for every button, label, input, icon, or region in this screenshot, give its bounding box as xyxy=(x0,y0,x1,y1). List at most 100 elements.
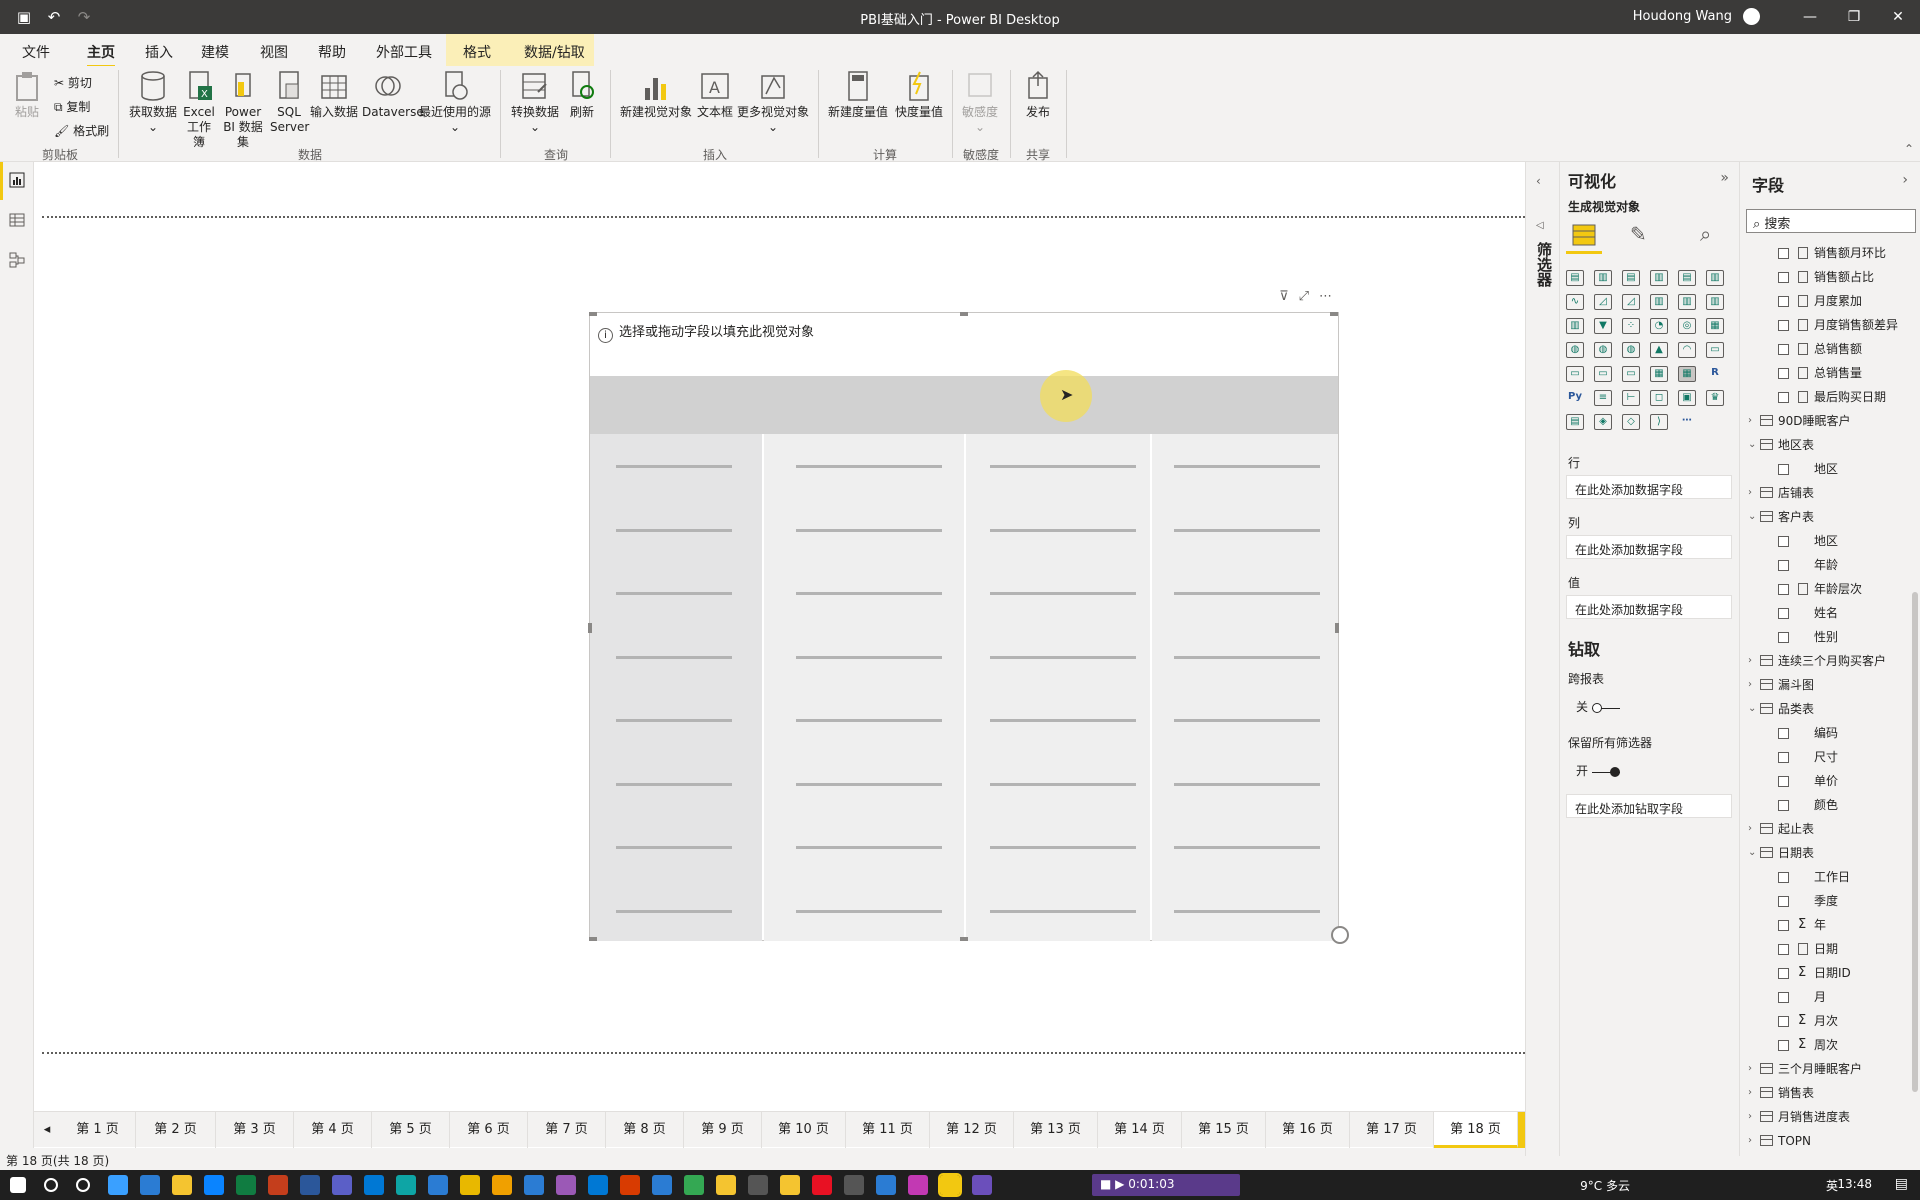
page-tab[interactable]: 第 12 页 xyxy=(930,1112,1014,1148)
app-icon[interactable] xyxy=(716,1175,736,1195)
100-bar-visual-icon[interactable]: ▤ xyxy=(1678,270,1696,286)
trophy-visual-icon[interactable]: ♛ xyxy=(1706,390,1724,406)
recording-indicator[interactable]: ■ ▶ 0:01:03 xyxy=(1092,1174,1240,1196)
sensitivity-button[interactable]: 敏感度 ⌄ xyxy=(958,70,1002,135)
ie-icon[interactable] xyxy=(140,1175,160,1195)
matrix-visual[interactable]: ⊽⤢⋯ i 选择或拖动字段以填充此视觉对象 xyxy=(588,289,1349,944)
tab-modeling[interactable]: 建模 xyxy=(201,42,229,62)
tab-data-drill[interactable]: 数据/钻取 xyxy=(524,42,585,62)
publish-button[interactable]: 发布 xyxy=(1020,70,1056,120)
field-item[interactable]: 月 xyxy=(1740,985,1916,1009)
powerbi-icon[interactable] xyxy=(938,1173,962,1197)
drill-through-well[interactable]: 在此处添加钻取字段 xyxy=(1566,794,1732,818)
explorer-icon[interactable] xyxy=(172,1175,192,1195)
field-table[interactable]: › 连续三个月购买客户 xyxy=(1740,649,1916,673)
field-item[interactable]: 地区 xyxy=(1740,529,1916,553)
page-tab[interactable]: 第 2 页 xyxy=(136,1112,216,1148)
field-item[interactable]: Σ 周次 xyxy=(1740,1033,1916,1057)
field-checkbox[interactable] xyxy=(1778,896,1789,907)
line-clustered-visual-icon[interactable]: ▥ xyxy=(1678,294,1696,310)
field-item[interactable]: 最后购买日期 xyxy=(1740,385,1916,409)
kpi-visual-icon[interactable]: ▭ xyxy=(1594,366,1612,382)
store-icon[interactable] xyxy=(204,1175,224,1195)
values-well[interactable]: 在此处添加数据字段 xyxy=(1566,595,1732,619)
edge-icon[interactable] xyxy=(108,1175,128,1195)
field-checkbox[interactable] xyxy=(1778,1040,1789,1051)
field-item[interactable]: 年龄 xyxy=(1740,553,1916,577)
field-item[interactable]: 日期 xyxy=(1740,937,1916,961)
page-tab[interactable]: 第 11 页 xyxy=(846,1112,930,1148)
recent-sources-button[interactable]: 最近使用的源 ⌄ xyxy=(418,70,492,135)
build-visual-tab[interactable] xyxy=(1566,218,1602,254)
page-tab[interactable]: 第 7 页 xyxy=(528,1112,606,1148)
field-item[interactable]: Σ年 xyxy=(1740,913,1916,937)
field-checkbox[interactable] xyxy=(1778,560,1789,571)
more-visual-icon[interactable]: ⋯ xyxy=(1678,414,1696,430)
scroll-left-icon[interactable]: ◂ xyxy=(34,1112,60,1148)
arcgis-visual-icon[interactable]: ⟩ xyxy=(1650,414,1668,430)
field-item[interactable]: 姓名 xyxy=(1740,601,1916,625)
cross-report-toggle[interactable]: 关 xyxy=(1576,698,1620,715)
collapse-fields-icon[interactable]: › xyxy=(1902,172,1908,188)
search-icon[interactable] xyxy=(44,1178,58,1192)
app-icon[interactable] xyxy=(972,1175,992,1195)
waterfall-visual-icon[interactable]: ▥ xyxy=(1566,318,1584,334)
field-checkbox[interactable] xyxy=(1778,608,1789,619)
field-table[interactable]: ⌄ 地区表 xyxy=(1740,433,1916,457)
cut-button[interactable]: ✂ 剪切 xyxy=(54,74,92,91)
field-item[interactable]: 销售额月环比 xyxy=(1740,241,1916,265)
data-view-icon[interactable] xyxy=(9,212,25,228)
task-view-icon[interactable] xyxy=(76,1178,90,1192)
field-checkbox[interactable] xyxy=(1778,920,1789,931)
app-icon[interactable] xyxy=(844,1175,864,1195)
app-icon[interactable] xyxy=(556,1175,576,1195)
page-tab[interactable]: 第 15 页 xyxy=(1182,1112,1266,1148)
qa-visual-icon[interactable]: ◻ xyxy=(1650,390,1668,406)
field-item[interactable]: 月度销售额差异 xyxy=(1740,313,1916,337)
resize-handle[interactable] xyxy=(960,312,968,316)
tab-help[interactable]: 帮助 xyxy=(318,42,346,62)
chevron-right-icon[interactable]: › xyxy=(1748,649,1752,673)
clustered-column-visual-icon[interactable]: ▥ xyxy=(1650,270,1668,286)
field-checkbox[interactable] xyxy=(1778,464,1789,475)
field-item[interactable]: 总销售额 xyxy=(1740,337,1916,361)
field-checkbox[interactable] xyxy=(1778,776,1789,787)
field-table[interactable]: ⌄ 日期表 xyxy=(1740,841,1916,865)
app-icon[interactable] xyxy=(876,1175,896,1195)
field-table[interactable]: ⌄ 客户表 xyxy=(1740,505,1916,529)
fields-search[interactable]: ⌕ 搜索 xyxy=(1746,209,1916,233)
slicer-visual-icon[interactable]: ▭ xyxy=(1622,366,1640,382)
field-item[interactable]: 工作日 xyxy=(1740,865,1916,889)
gauge-visual-icon[interactable]: ◠ xyxy=(1678,342,1696,358)
field-table[interactable]: › 销售表 xyxy=(1740,1081,1916,1105)
input-language[interactable]: 英 xyxy=(1826,1177,1838,1194)
page-tab[interactable]: 第 5 页 xyxy=(372,1112,450,1148)
terminal-icon[interactable] xyxy=(748,1175,768,1195)
resize-handle[interactable] xyxy=(1335,623,1339,633)
quick-measure-button[interactable]: 快度量值 xyxy=(892,70,946,120)
field-checkbox[interactable] xyxy=(1778,872,1789,883)
new-visual-button[interactable]: 新建视觉对象 xyxy=(618,70,694,120)
chevron-down-icon[interactable]: ⌄ xyxy=(1748,841,1756,865)
multi-card-visual-icon[interactable]: ▭ xyxy=(1566,366,1584,382)
table-visual-icon[interactable]: ▦ xyxy=(1650,366,1668,382)
field-checkbox[interactable] xyxy=(1778,800,1789,811)
more-visuals-button[interactable]: 更多视觉对象 ⌄ xyxy=(736,70,810,135)
clustered-bar-visual-icon[interactable]: ▤ xyxy=(1622,270,1640,286)
field-checkbox[interactable] xyxy=(1778,320,1789,331)
page-tab[interactable]: 第 8 页 xyxy=(606,1112,684,1148)
tab-format[interactable]: 格式 xyxy=(463,42,491,62)
more-options-icon[interactable]: ⋯ xyxy=(1319,289,1342,304)
transform-data-button[interactable]: 转换数据 ⌄ xyxy=(508,70,562,135)
tab-home[interactable]: 主页 xyxy=(87,42,115,68)
field-checkbox[interactable] xyxy=(1778,368,1789,379)
page-tab[interactable]: 第 17 页 xyxy=(1350,1112,1434,1148)
field-table[interactable]: › 起止表 xyxy=(1740,817,1916,841)
chrome-icon[interactable] xyxy=(684,1175,704,1195)
chevron-right-icon[interactable]: › xyxy=(1748,1057,1752,1081)
copy-button[interactable]: ⧉ 复制 xyxy=(54,98,90,115)
key-influencers-visual-icon[interactable]: ≡ xyxy=(1594,390,1612,406)
field-item[interactable]: 总销售量 xyxy=(1740,361,1916,385)
tab-external-tools[interactable]: 外部工具 xyxy=(376,42,432,62)
donut-visual-icon[interactable]: ◎ xyxy=(1678,318,1696,334)
